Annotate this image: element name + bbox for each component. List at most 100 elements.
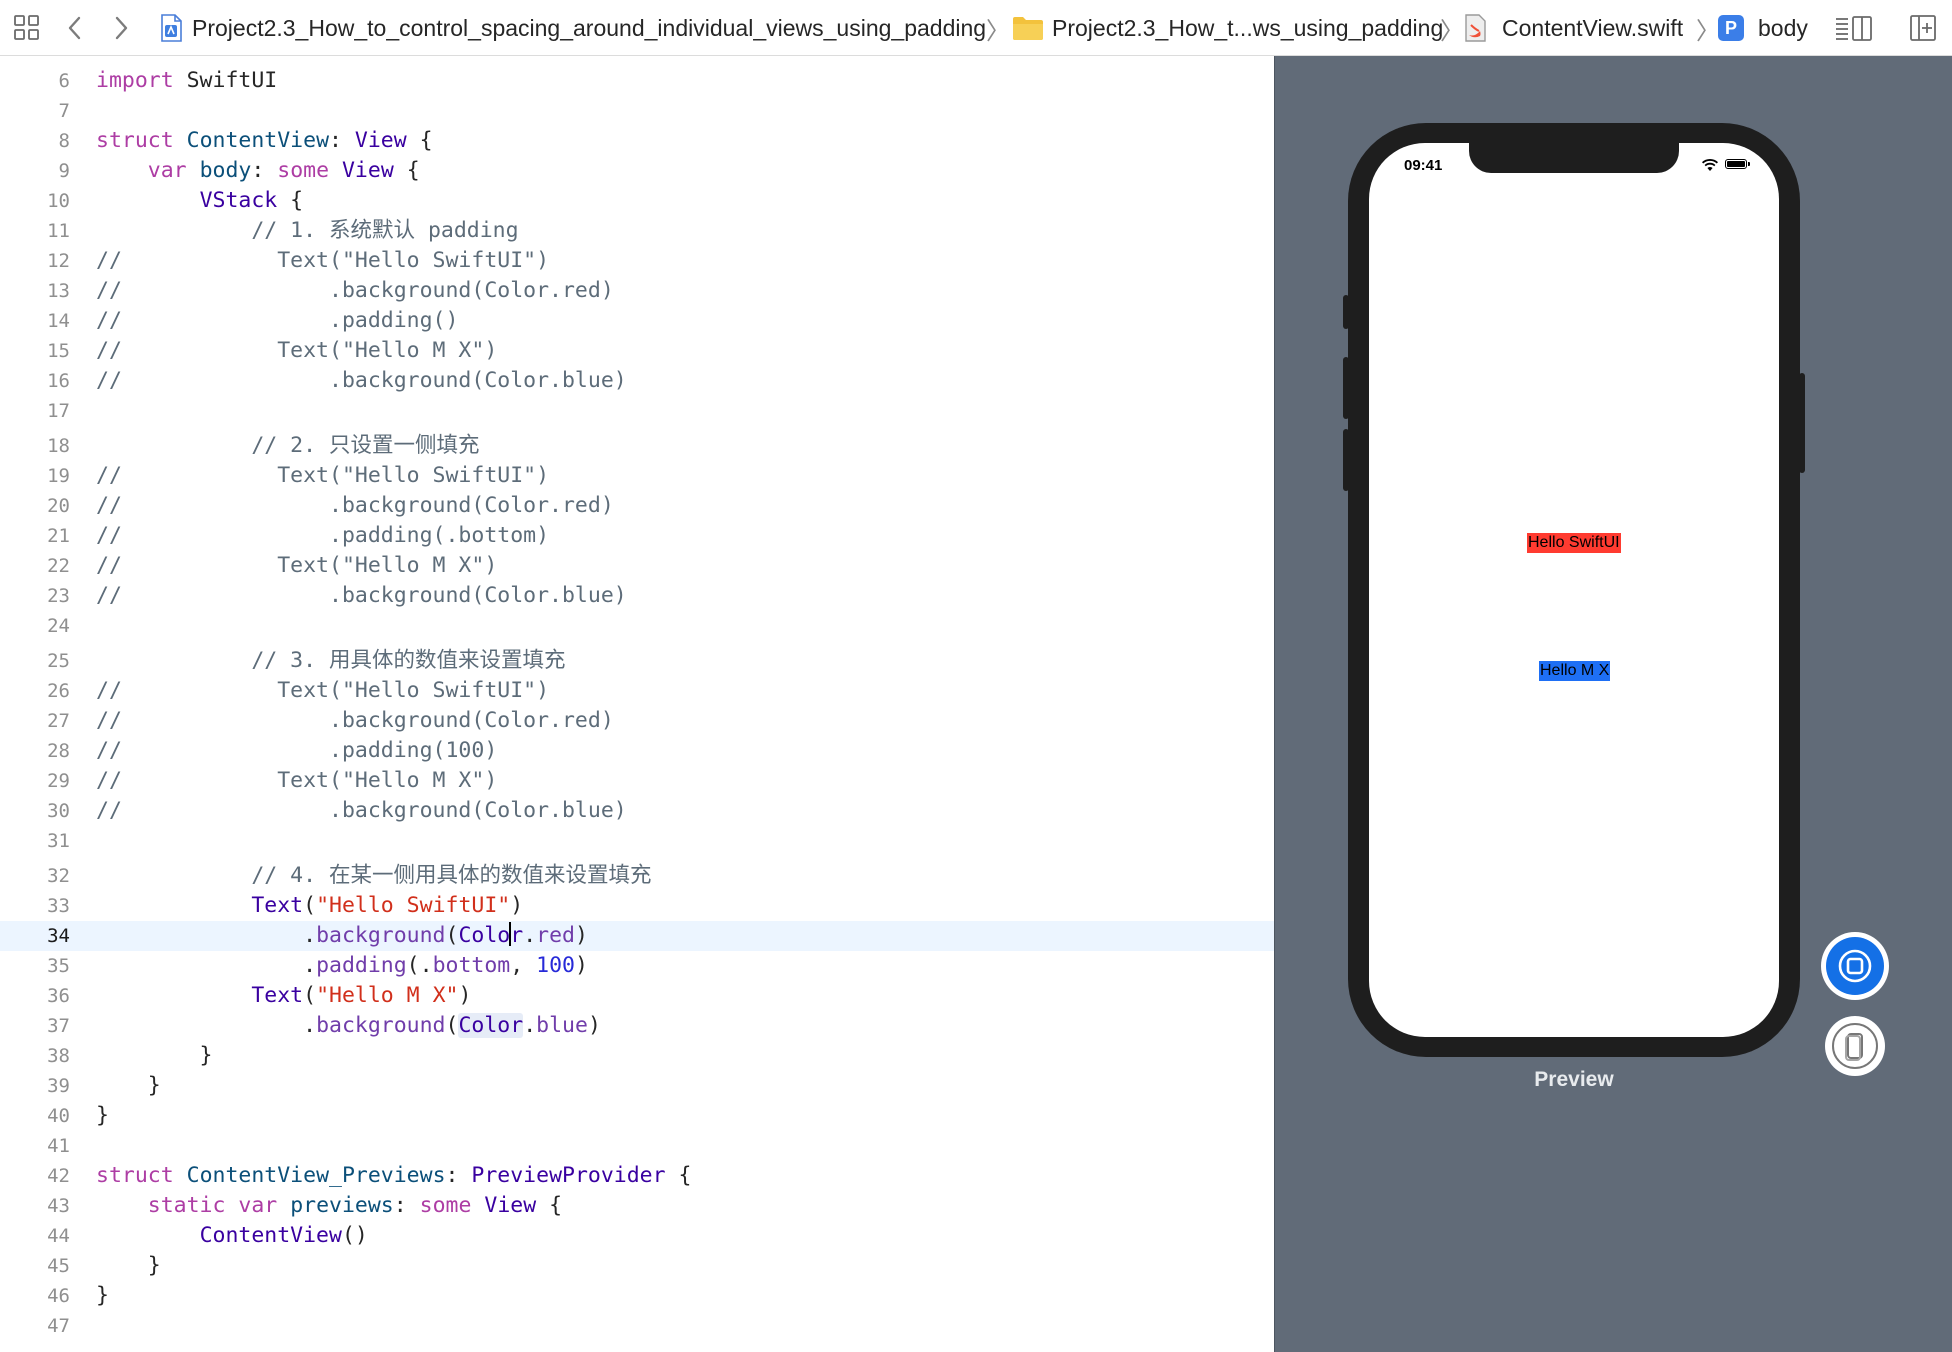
code-comment: // Text("Hello M X") bbox=[96, 768, 498, 793]
related-items-grid-icon[interactable] bbox=[12, 0, 42, 56]
code-line[interactable]: 44 ContentView() bbox=[0, 1221, 1274, 1251]
preview-on-device-icon bbox=[1830, 1021, 1880, 1071]
editor-options-icon[interactable] bbox=[1834, 0, 1874, 56]
breadcrumb-symbol[interactable]: P body bbox=[1718, 0, 1808, 56]
code-line[interactable]: 43 static var previews: some View { bbox=[0, 1191, 1274, 1221]
line-number: 45 bbox=[47, 1255, 70, 1277]
source-editor[interactable]: 6 import SwiftUI 7 8 struct ContentView: V… bbox=[0, 56, 1274, 1352]
code-line[interactable]: 17 bbox=[0, 396, 1274, 426]
back-arrow-icon[interactable] bbox=[64, 0, 86, 56]
breadcrumb-file[interactable]: ContentView.swift bbox=[1464, 0, 1683, 56]
volume-up-button bbox=[1343, 357, 1349, 419]
code-line[interactable]: 27 // .background(Color.red) bbox=[0, 706, 1274, 736]
line-number: 22 bbox=[47, 555, 70, 577]
code-line[interactable]: 14 // .padding() bbox=[0, 306, 1274, 336]
code-line[interactable]: 40} bbox=[0, 1101, 1274, 1131]
code-text: } bbox=[96, 1103, 109, 1128]
code-text: } bbox=[96, 1073, 161, 1098]
code-line[interactable]: 16 // .background(Color.blue) bbox=[0, 366, 1274, 396]
code-line[interactable]: 33 Text("Hello SwiftUI") bbox=[0, 891, 1274, 921]
code-line[interactable]: 18 // 2. 只设置一侧填充 bbox=[0, 431, 1274, 461]
code-line[interactable]: 20 // .background(Color.red) bbox=[0, 491, 1274, 521]
code-text: } bbox=[96, 1253, 161, 1278]
code-line[interactable]: 41 bbox=[0, 1131, 1274, 1161]
code-line[interactable]: 10 VStack { bbox=[0, 186, 1274, 216]
code-line[interactable]: 24 bbox=[0, 611, 1274, 641]
line-number: 19 bbox=[47, 465, 70, 487]
code-line[interactable]: 22 // Text("Hello M X") bbox=[0, 551, 1274, 581]
line-number: 32 bbox=[47, 865, 70, 887]
volume-down-button bbox=[1343, 429, 1349, 491]
code-line[interactable]: 47 bbox=[0, 1311, 1274, 1341]
code-line[interactable]: 25 // 3. 用具体的数值来设置填充 bbox=[0, 646, 1274, 676]
breadcrumb-project-label: Project2.3_How_to_control_spacing_around… bbox=[192, 14, 987, 41]
breadcrumb-separator: 〉 bbox=[1440, 16, 1464, 45]
line-number: 39 bbox=[47, 1075, 70, 1097]
preview-canvas: 09:41 Hello SwiftUI Hello M X Preview bbox=[1274, 56, 1952, 1352]
code-line[interactable]: 36 Text("Hello M X") bbox=[0, 981, 1274, 1011]
folder-icon bbox=[1012, 15, 1044, 41]
breadcrumb-file-label: ContentView.swift bbox=[1502, 14, 1684, 41]
add-editor-icon[interactable] bbox=[1908, 0, 1938, 56]
side-button bbox=[1799, 373, 1805, 473]
line-number: 37 bbox=[47, 1015, 70, 1037]
code-line[interactable]: 6 import SwiftUI bbox=[0, 66, 1274, 96]
code-line[interactable]: 19 // Text("Hello SwiftUI") bbox=[0, 461, 1274, 491]
line-number: 6 bbox=[58, 70, 70, 92]
code-comment: // 1. 系统默认 padding bbox=[96, 218, 519, 243]
code-line[interactable]: 7 bbox=[0, 96, 1274, 126]
line-number: 17 bbox=[47, 400, 70, 422]
code-line[interactable]: 32 // 4. 在某一侧用具体的数值来设置填充 bbox=[0, 861, 1274, 891]
line-number: 41 bbox=[47, 1135, 70, 1157]
code-line[interactable]: 39 } bbox=[0, 1071, 1274, 1101]
live-preview-icon bbox=[1826, 937, 1884, 995]
code-line[interactable]: 21 // .padding(.bottom) bbox=[0, 521, 1274, 551]
code-line[interactable]: 9 var body: some View { bbox=[0, 156, 1274, 186]
breadcrumb-folder[interactable]: Project2.3_How_t...ws_using_padding bbox=[1012, 0, 1443, 56]
code-line[interactable]: 8 struct ContentView: View { bbox=[0, 126, 1274, 156]
line-number: 15 bbox=[47, 340, 70, 362]
line-number: 38 bbox=[47, 1045, 70, 1067]
swift-file-icon bbox=[1464, 13, 1488, 43]
line-number: 18 bbox=[47, 435, 70, 457]
forward-arrow-icon[interactable] bbox=[110, 0, 132, 56]
live-preview-button[interactable] bbox=[1821, 932, 1889, 1000]
code-line[interactable]: 11 // 1. 系统默认 padding bbox=[0, 216, 1274, 246]
code-comment: // Text("Hello SwiftUI") bbox=[96, 463, 550, 488]
line-number: 25 bbox=[47, 650, 70, 672]
code-line[interactable]: 30 // .background(Color.blue) bbox=[0, 796, 1274, 826]
code-line[interactable]: 42 struct ContentView_Previews: PreviewPr… bbox=[0, 1161, 1274, 1191]
code-line[interactable]: 23 // .background(Color.blue) bbox=[0, 581, 1274, 611]
line-number: 34 bbox=[47, 925, 70, 947]
code-line[interactable]: 37 .background(Color.blue) bbox=[0, 1011, 1274, 1041]
code-line-current[interactable]: 34 .background(Color.red) bbox=[0, 921, 1274, 951]
code-line[interactable]: 12 // Text("Hello SwiftUI") bbox=[0, 246, 1274, 276]
line-number: 9 bbox=[58, 160, 70, 182]
xcode-project-icon bbox=[158, 13, 184, 43]
preview-label: Preview bbox=[1534, 1068, 1614, 1091]
line-number: 46 bbox=[47, 1285, 70, 1307]
code-line[interactable]: 26 // Text("Hello SwiftUI") bbox=[0, 676, 1274, 706]
mute-switch bbox=[1343, 295, 1349, 329]
code-line[interactable]: 15 // Text("Hello M X") bbox=[0, 336, 1274, 366]
code-line[interactable]: 29 // Text("Hello M X") bbox=[0, 766, 1274, 796]
code-text: } bbox=[96, 1043, 213, 1068]
breadcrumb-project[interactable]: Project2.3_How_to_control_spacing_around… bbox=[158, 0, 986, 56]
code-line[interactable]: 31 bbox=[0, 826, 1274, 856]
code-line[interactable]: 46} bbox=[0, 1281, 1274, 1311]
preview-text-hello-swiftui: Hello SwiftUI bbox=[1527, 533, 1621, 553]
code-line[interactable]: 28 // .padding(100) bbox=[0, 736, 1274, 766]
line-number: 29 bbox=[47, 770, 70, 792]
property-icon: P bbox=[1718, 15, 1744, 41]
code-text: var body: some View { bbox=[147, 158, 420, 183]
preview-on-device-button[interactable] bbox=[1825, 1016, 1885, 1076]
code-line[interactable]: 35 .padding(.bottom, 100) bbox=[0, 951, 1274, 981]
line-number: 47 bbox=[47, 1315, 70, 1337]
line-number: 31 bbox=[47, 830, 70, 852]
code-line[interactable]: 45 } bbox=[0, 1251, 1274, 1281]
code-text: Text("Hello M X") bbox=[251, 983, 472, 1008]
code-line[interactable]: 38 } bbox=[0, 1041, 1274, 1071]
jump-bar: Project2.3_How_to_control_spacing_around… bbox=[0, 0, 1952, 56]
code-line[interactable]: 13 // .background(Color.red) bbox=[0, 276, 1274, 306]
code-comment: // Text("Hello M X") bbox=[96, 338, 498, 363]
